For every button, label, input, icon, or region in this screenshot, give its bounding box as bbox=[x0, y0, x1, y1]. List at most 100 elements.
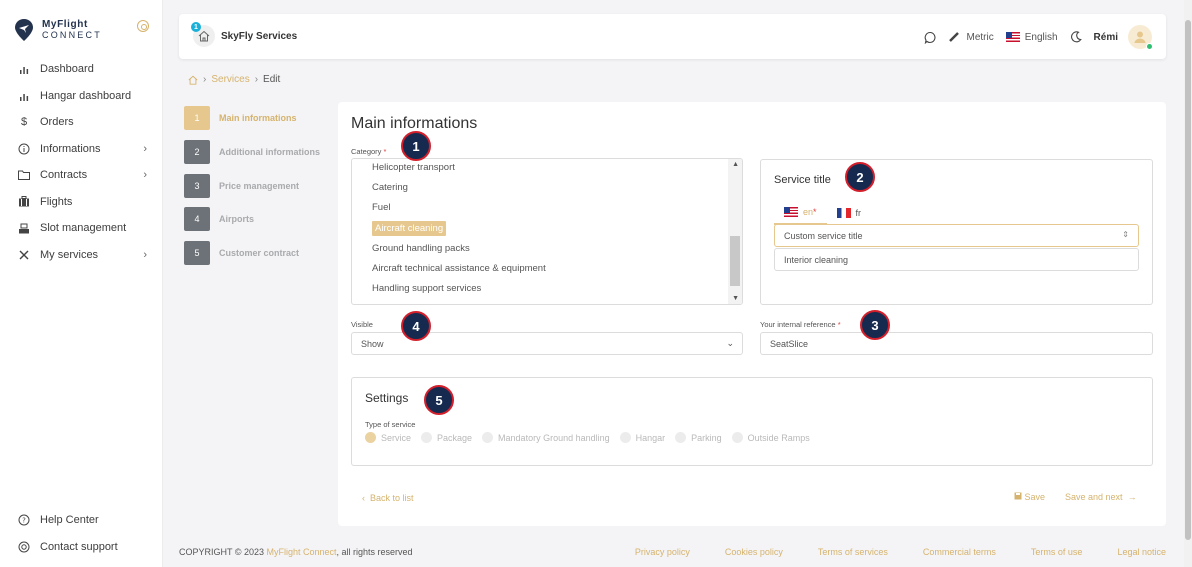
marker-2: 2 bbox=[845, 162, 875, 192]
sidebar-item-dashboard[interactable]: Dashboard bbox=[0, 56, 163, 83]
service-title-select[interactable]: Custom service title ⇕ bbox=[774, 224, 1139, 247]
step-label: Airports bbox=[219, 214, 255, 225]
list-item-selected[interactable]: Aircraft cleaning bbox=[352, 219, 730, 239]
radio-hangar[interactable]: Hangar bbox=[619, 432, 665, 443]
step-additional-informations[interactable]: 2 Additional informations bbox=[184, 139, 320, 164]
radio-outside-ramps[interactable]: Outside Ramps bbox=[731, 432, 810, 443]
list-item[interactable]: Handling support services bbox=[352, 279, 730, 299]
visible-label: Visible bbox=[351, 320, 373, 329]
home-icon[interactable] bbox=[188, 75, 198, 85]
sidebar-item-contracts[interactable]: Contracts › bbox=[0, 162, 163, 189]
chat-icon[interactable] bbox=[924, 31, 937, 44]
list-item[interactable]: Aircraft technical assistance & equipmen… bbox=[352, 259, 730, 279]
footer-link-terms-of-services[interactable]: Terms of services bbox=[818, 547, 888, 557]
footer-link-commercial-terms[interactable]: Commercial terms bbox=[923, 547, 996, 557]
step-label: Price management bbox=[219, 180, 300, 191]
radio-service[interactable]: Service bbox=[365, 432, 411, 443]
list-item[interactable]: Ground handling packs bbox=[352, 239, 730, 259]
sidebar-item-hangar-dashboard[interactable]: Hangar dashboard bbox=[0, 83, 163, 110]
reference-label: Your internal reference * bbox=[760, 320, 841, 329]
fr-flag-icon bbox=[836, 208, 851, 218]
breadcrumb-services[interactable]: Services bbox=[211, 74, 249, 85]
footer-brand-link[interactable]: MyFlight Connect bbox=[267, 547, 337, 557]
chevron-right-icon: › bbox=[203, 74, 207, 85]
footer-link-privacy[interactable]: Privacy policy bbox=[635, 547, 690, 557]
selected-category: Aircraft cleaning bbox=[372, 220, 447, 236]
footer-link-cookies[interactable]: Cookies policy bbox=[725, 547, 783, 557]
folder-icon bbox=[18, 169, 30, 181]
language-label: English bbox=[1024, 31, 1058, 43]
footer-link-terms-of-use[interactable]: Terms of use bbox=[1031, 547, 1083, 557]
sidebar-bottom-nav: ? Help Center Contact support bbox=[0, 507, 163, 560]
info-icon bbox=[18, 143, 30, 155]
reference-input[interactable]: SeatSlice bbox=[760, 332, 1153, 355]
chevron-right-icon: › bbox=[254, 74, 259, 85]
scroll-down-icon[interactable]: ▼ bbox=[732, 295, 739, 302]
step-number: 1 bbox=[184, 106, 210, 130]
footer: COPYRIGHT © 2023 MyFlight Connect, all r… bbox=[179, 547, 1166, 557]
tab-en[interactable]: en * bbox=[774, 204, 827, 225]
list-item[interactable]: Catering bbox=[352, 178, 730, 198]
step-airports[interactable]: 4 Airports bbox=[184, 207, 320, 232]
sidebar-item-slot-management[interactable]: Slot management bbox=[0, 215, 163, 242]
scrollbar-thumb[interactable] bbox=[1185, 20, 1191, 540]
list-item[interactable]: Helicopter transport bbox=[352, 159, 730, 178]
sidebar-item-flights[interactable]: Flights bbox=[0, 189, 163, 216]
user-name[interactable]: Rémi bbox=[1094, 32, 1118, 43]
page-scrollbar[interactable] bbox=[1184, 0, 1192, 567]
sidebar-item-label: Slot management bbox=[40, 222, 127, 235]
sidebar-item-orders[interactable]: $ Orders bbox=[0, 109, 163, 136]
save-and-next-button[interactable]: Save and next → bbox=[1065, 492, 1137, 502]
radio-package[interactable]: Package bbox=[421, 432, 472, 443]
language-selector[interactable]: English bbox=[1005, 31, 1058, 43]
footer-links: Privacy policy Cookies policy Terms of s… bbox=[600, 547, 1166, 557]
category-listbox[interactable]: Helicopter transport Catering Fuel Aircr… bbox=[351, 158, 743, 305]
step-price-management[interactable]: 3 Price management bbox=[184, 173, 320, 198]
sidebar-item-contact-support[interactable]: Contact support bbox=[0, 534, 163, 561]
sidebar-item-help-center[interactable]: ? Help Center bbox=[0, 507, 163, 534]
sidebar: MyFlight CONNECT Dashboard Hangar dashbo… bbox=[0, 0, 163, 567]
scroll-up-icon[interactable]: ▲ bbox=[732, 161, 739, 168]
save-button[interactable]: Save bbox=[1014, 492, 1045, 502]
us-flag-icon bbox=[1005, 32, 1020, 42]
sidebar-item-my-services[interactable]: My services › bbox=[0, 242, 163, 269]
scrollbar-thumb[interactable] bbox=[730, 236, 740, 286]
tab-fr[interactable]: fr bbox=[827, 204, 872, 225]
chevron-right-icon: › bbox=[143, 169, 147, 182]
chevron-right-icon: › bbox=[143, 142, 147, 155]
service-title-input[interactable]: Interior cleaning bbox=[774, 248, 1139, 271]
logo[interactable]: MyFlight CONNECT bbox=[14, 18, 102, 42]
floppy-icon bbox=[1014, 492, 1022, 500]
sidebar-item-label: Orders bbox=[40, 116, 74, 129]
listbox-scrollbar[interactable]: ▲ ▼ bbox=[728, 159, 742, 304]
list-item[interactable]: Fuel bbox=[352, 198, 730, 218]
service-title-label: Service title bbox=[774, 174, 831, 186]
step-label: Customer contract bbox=[219, 248, 300, 259]
radio-mandatory-ground-handling[interactable]: Mandatory Ground handling bbox=[482, 432, 610, 443]
home-icon bbox=[198, 30, 210, 42]
back-to-list-link[interactable]: ‹ Back to list bbox=[362, 493, 414, 503]
step-number: 3 bbox=[184, 173, 210, 198]
sidebar-item-informations[interactable]: Informations › bbox=[0, 136, 163, 163]
logo-line1: MyFlight bbox=[42, 19, 88, 30]
bar-chart-icon bbox=[18, 63, 30, 75]
language-tabs: en * fr bbox=[774, 204, 871, 225]
avatar[interactable] bbox=[1128, 25, 1153, 50]
step-main-informations[interactable]: 1 Main informations bbox=[184, 106, 320, 130]
sidebar-item-label: Contact support bbox=[40, 540, 118, 553]
collapse-sidebar-icon[interactable] bbox=[137, 20, 149, 32]
user-icon bbox=[1134, 31, 1146, 43]
chevron-left-icon: ‹ bbox=[362, 493, 365, 503]
online-status-dot bbox=[1146, 43, 1153, 50]
units-toggle[interactable]: Metric bbox=[948, 32, 994, 43]
step-customer-contract[interactable]: 5 Customer contract bbox=[184, 241, 320, 266]
bar-chart-icon bbox=[18, 90, 30, 102]
arrow-right-icon: → bbox=[1127, 492, 1137, 502]
step-number: 4 bbox=[184, 207, 210, 232]
radio-parking[interactable]: Parking bbox=[675, 432, 722, 443]
top-header: 1 SkyFly Services Metric English Rémi bbox=[179, 14, 1166, 59]
footer-link-legal-notice[interactable]: Legal notice bbox=[1117, 547, 1166, 557]
updown-icon: ⇕ bbox=[1122, 230, 1129, 239]
chevron-right-icon: › bbox=[143, 248, 147, 261]
moon-icon[interactable] bbox=[1070, 31, 1082, 43]
